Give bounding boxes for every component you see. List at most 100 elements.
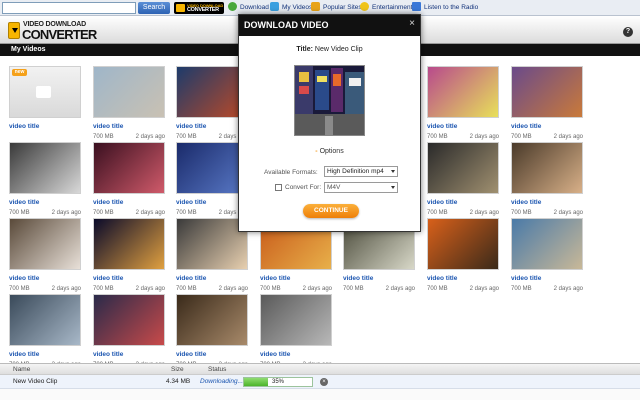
app-logo-icon: [8, 22, 20, 39]
video-thumbnail[interactable]: [511, 142, 583, 194]
video-thumbnail[interactable]: [9, 142, 81, 194]
toolbar-logo[interactable]: VIDEO DOWNLOAD CONVERTER: [174, 2, 224, 14]
video-thumbnail[interactable]: [9, 294, 81, 346]
video-title-link[interactable]: video title: [93, 199, 123, 206]
convert-checkbox[interactable]: [275, 184, 282, 191]
cancel-download-icon[interactable]: ×: [320, 378, 328, 386]
video-card[interactable]: video title700 MB2 days ago: [9, 132, 85, 216]
video-title-link[interactable]: video title: [427, 199, 457, 206]
video-card[interactable]: video title700 MB2 days ago: [427, 132, 503, 216]
popular-sites-icon: [311, 2, 320, 11]
video-thumbnail[interactable]: [260, 294, 332, 346]
video-size: 700 MB: [427, 286, 448, 292]
dialog-header: DOWNLOAD VIDEO ×: [239, 15, 420, 36]
video-title-link[interactable]: video title: [176, 123, 206, 130]
video-title-link[interactable]: video title: [260, 275, 290, 282]
downloads-header: Name Size Status: [0, 363, 640, 375]
toolbar-item-entertainment[interactable]: Entertainment: [360, 2, 412, 14]
toolbar-search-input[interactable]: [2, 2, 136, 14]
toolbar-item-label: Popular Sites: [323, 4, 362, 11]
video-title-link[interactable]: video title: [93, 351, 123, 358]
toolbar-search-button[interactable]: Search: [138, 2, 170, 14]
bottom-strip: [0, 389, 640, 400]
column-status[interactable]: Status: [208, 365, 226, 375]
video-card[interactable]: new video title: [9, 56, 85, 130]
video-thumbnail[interactable]: [511, 66, 583, 118]
video-card[interactable]: video title700 MB2 days ago: [260, 284, 336, 368]
video-thumbnail[interactable]: [93, 66, 165, 118]
video-title-link[interactable]: video title: [343, 275, 373, 282]
video-title-link[interactable]: video title: [9, 123, 39, 130]
toolbar-item-download[interactable]: Download: [228, 2, 269, 14]
column-name[interactable]: Name: [13, 365, 30, 375]
video-card[interactable]: video title700 MB2 days ago: [176, 284, 252, 368]
video-thumbnail[interactable]: [93, 294, 165, 346]
section-title: My Videos: [11, 46, 46, 53]
chevron-down-icon: [391, 170, 395, 173]
toolbar-item-my-videos[interactable]: My Videos: [270, 2, 312, 14]
formats-select[interactable]: High Definition mp4: [324, 166, 398, 177]
toolbar-item-popular-sites[interactable]: Popular Sites: [311, 2, 362, 14]
video-title-link[interactable]: video title: [260, 351, 290, 358]
video-card[interactable]: video title700 MB2 days ago: [9, 208, 85, 292]
convert-select-value: M4V: [327, 184, 341, 191]
video-title-link[interactable]: video title: [427, 123, 457, 130]
video-title-link[interactable]: video title: [9, 351, 39, 358]
video-card[interactable]: video title700 MB2 days ago: [93, 208, 169, 292]
video-title-link[interactable]: video title: [176, 199, 206, 206]
app-logo[interactable]: VIDEO DOWNLOAD CONVERTER: [8, 20, 98, 42]
video-thumbnail[interactable]: [9, 218, 81, 270]
help-icon[interactable]: ?: [623, 27, 633, 37]
video-title-value: New Video Clip: [314, 46, 363, 53]
toolbar-item-label: Download: [240, 4, 269, 11]
continue-button[interactable]: CONTINUE: [303, 204, 359, 218]
close-icon[interactable]: ×: [409, 19, 415, 29]
video-thumbnail[interactable]: [427, 142, 499, 194]
video-card[interactable]: video title700 MB2 days ago: [93, 284, 169, 368]
video-thumbnail[interactable]: [176, 294, 248, 346]
video-thumbnail[interactable]: [427, 66, 499, 118]
video-title-link[interactable]: video title: [511, 123, 541, 130]
download-progress-bar: 35%: [243, 377, 313, 387]
video-title-link[interactable]: video title: [93, 123, 123, 130]
logo-mark-icon: [176, 4, 185, 12]
video-card[interactable]: video title700 MB2 days ago: [93, 132, 169, 216]
video-card[interactable]: video title700 MB2 days ago: [427, 56, 503, 140]
video-title-link[interactable]: video title: [511, 199, 541, 206]
convert-label: Convert For:: [285, 184, 322, 191]
download-status: Downloading...: [200, 378, 243, 385]
video-card[interactable]: video title700 MB2 days ago: [511, 132, 587, 216]
video-size: 700 MB: [511, 286, 532, 292]
video-title-link[interactable]: video title: [93, 275, 123, 282]
video-title-link[interactable]: video title: [9, 275, 39, 282]
video-title-link[interactable]: video title: [511, 275, 541, 282]
video-title-link[interactable]: video title: [176, 351, 206, 358]
radio-icon: [412, 2, 421, 11]
video-size: 700 MB: [343, 286, 364, 292]
video-age: 2 days ago: [469, 286, 499, 292]
video-thumbnail[interactable]: [511, 218, 583, 270]
video-title-link[interactable]: video title: [176, 275, 206, 282]
star-icon: [360, 2, 369, 11]
video-card[interactable]: video title700 MB2 days ago: [511, 56, 587, 140]
video-thumbnail[interactable]: new: [9, 66, 81, 118]
toolbar-item-label: My Videos: [282, 4, 313, 11]
video-title-link[interactable]: video title: [9, 199, 39, 206]
video-card[interactable]: video title700 MB2 days ago: [9, 284, 85, 368]
video-card[interactable]: video title 700 MB 2 days ago: [427, 208, 503, 292]
column-size[interactable]: Size: [171, 365, 184, 375]
video-card[interactable]: video title700 MB2 days ago: [511, 208, 587, 292]
dialog-video-thumbnail: [294, 65, 365, 136]
toolbar-item-radio[interactable]: Listen to the Radio: [412, 2, 478, 14]
toolbar-logo-line2: CONVERTER: [187, 7, 219, 13]
video-thumbnail[interactable]: [93, 218, 165, 270]
download-row[interactable]: New Video Clip 4.34 MB Downloading... 35…: [0, 375, 640, 389]
video-thumbnail[interactable]: [93, 142, 165, 194]
new-badge: new: [12, 69, 27, 76]
download-progress-text: 35%: [271, 379, 284, 385]
video-thumbnail[interactable]: [427, 218, 499, 270]
options-label: Options: [319, 148, 344, 155]
video-card[interactable]: video title700 MB2 days ago: [93, 56, 169, 140]
video-title-link[interactable]: video title: [427, 275, 457, 282]
convert-select[interactable]: M4V: [324, 182, 398, 193]
